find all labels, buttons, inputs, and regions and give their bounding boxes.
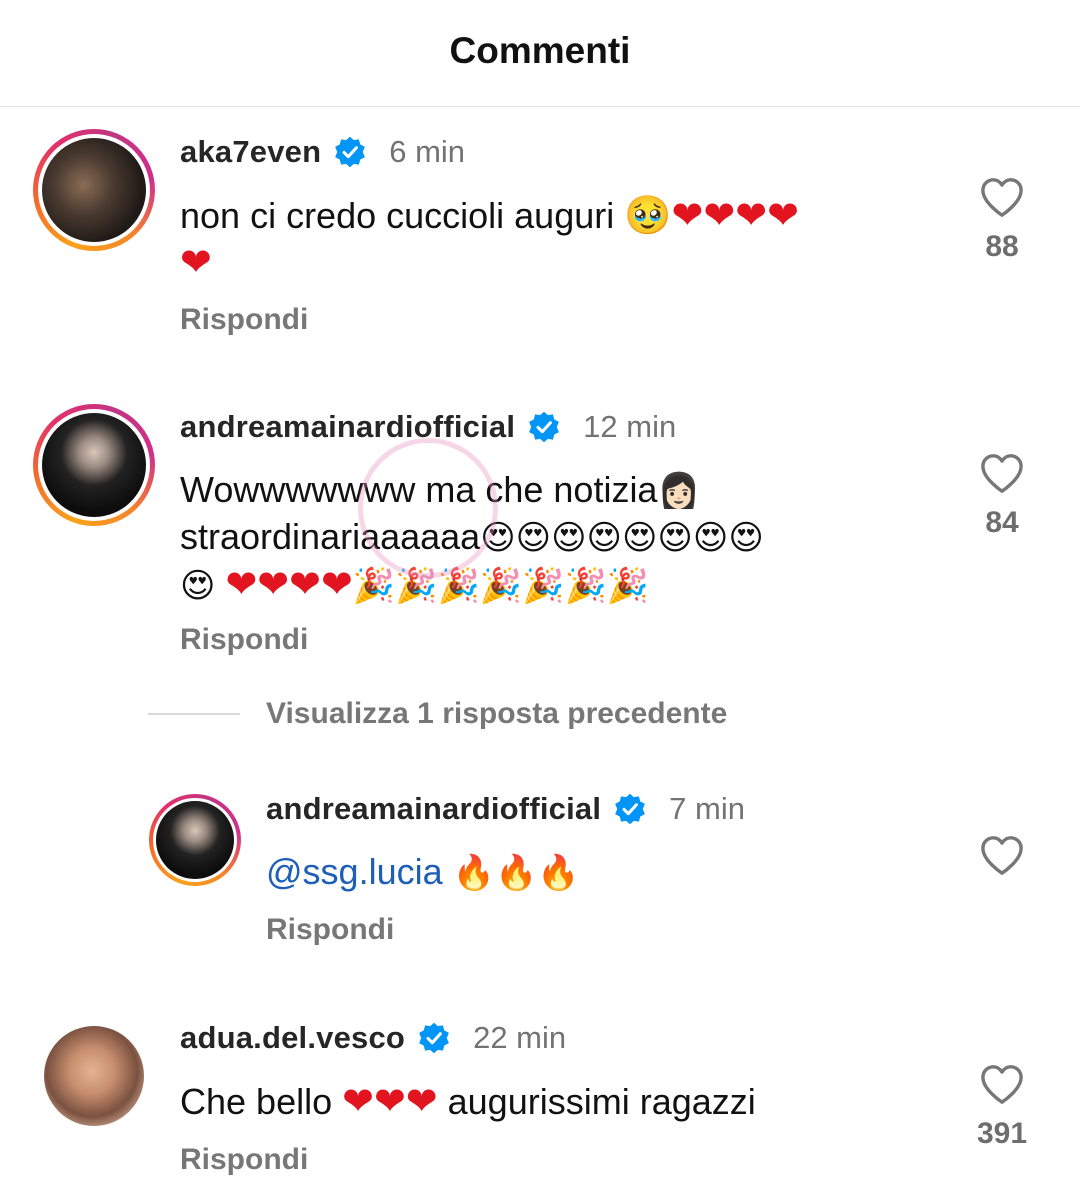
comment-text: Che bello ❤❤❤ augurissimi ragazzi: [180, 1078, 950, 1125]
username[interactable]: adua.del.vesco: [180, 1020, 405, 1056]
comment-time: 12 min: [583, 409, 677, 444]
avatar-image: [42, 413, 146, 517]
reply-button[interactable]: Rispondi: [266, 913, 394, 947]
comment-text: @ssg.lucia 🔥🔥🔥: [266, 849, 926, 896]
comment-text: non ci credo cuccioli auguri 🥹❤❤❤❤ ❤: [180, 192, 940, 286]
comment-text-line: straordinariaaaaaa: [180, 516, 481, 557]
reply-button[interactable]: Rispondi: [180, 303, 308, 337]
avatar-image: [42, 138, 146, 242]
emoji-group: ❤❤❤❤: [225, 562, 353, 606]
emoji-group: 😍: [180, 566, 216, 606]
reply-button[interactable]: Rispondi: [180, 623, 308, 657]
reply-button[interactable]: Rispondi: [180, 1143, 308, 1177]
like-count: 391: [976, 1117, 1028, 1150]
like-count: 84: [985, 506, 1019, 539]
comment-text-line: augurissimi ragazzi: [437, 1081, 756, 1122]
verified-badge-icon: [615, 793, 646, 825]
comments-header: Commenti: [0, 0, 1080, 107]
username[interactable]: andreamainardiofficial: [180, 409, 515, 445]
avatar[interactable]: [33, 404, 155, 526]
like-count: 88: [985, 230, 1019, 263]
verified-badge-icon: [419, 1022, 449, 1054]
heart-outline-icon: [981, 454, 1023, 493]
like-button[interactable]: [972, 834, 1032, 876]
emoji-group: 🔥🔥🔥: [452, 853, 580, 893]
emoji-group: ❤❤❤: [342, 1079, 438, 1123]
heart-outline-icon: [981, 178, 1023, 217]
comment-time: 7 min: [669, 791, 745, 826]
emoji-group: 😍😍😍😍😍😍😍😍: [480, 518, 764, 558]
username[interactable]: aka7even: [180, 134, 321, 170]
comment-text-line: Che bello: [180, 1081, 343, 1122]
emoji-group: 🎉🎉🎉🎉🎉🎉🎉: [352, 566, 650, 606]
heart-outline-icon: [981, 1065, 1023, 1104]
emoji-group: 👩🏻: [657, 471, 700, 511]
comments-sheet: Commenti aka7even 6 min non ci credo cuc…: [0, 0, 1080, 1190]
avatar[interactable]: [44, 1026, 144, 1126]
view-previous-label: Visualizza 1 risposta precedente: [266, 697, 728, 730]
avatar[interactable]: [149, 794, 241, 886]
emoji-group: 🥹❤❤❤❤: [624, 193, 799, 237]
page-title: Commenti: [449, 30, 631, 71]
like-button[interactable]: 84: [972, 452, 1032, 540]
comment-time: 6 min: [389, 134, 466, 169]
heart-outline-icon: [981, 836, 1023, 875]
comment-text-line: non ci credo cuccioli auguri: [180, 195, 625, 236]
view-previous-replies[interactable]: Visualizza 1 risposta precedente: [148, 697, 727, 731]
avatar[interactable]: [33, 129, 155, 251]
username[interactable]: andreamainardiofficial: [266, 791, 601, 827]
mention-link[interactable]: @ssg.lucia: [266, 851, 443, 892]
comment-text: Wowwwwwww ma che notizia👩🏻 straordinaria…: [180, 467, 950, 609]
verified-badge-icon: [529, 411, 560, 443]
emoji-group: ❤: [180, 240, 212, 284]
comment-time: 22 min: [473, 1020, 567, 1055]
comment-text-line: Wowwwwwww ma che notizia: [180, 469, 658, 510]
avatar-image: [156, 801, 234, 879]
verified-badge-icon: [335, 136, 366, 168]
divider: [148, 713, 240, 715]
like-button[interactable]: 88: [972, 176, 1032, 264]
like-button[interactable]: 391: [972, 1063, 1032, 1151]
